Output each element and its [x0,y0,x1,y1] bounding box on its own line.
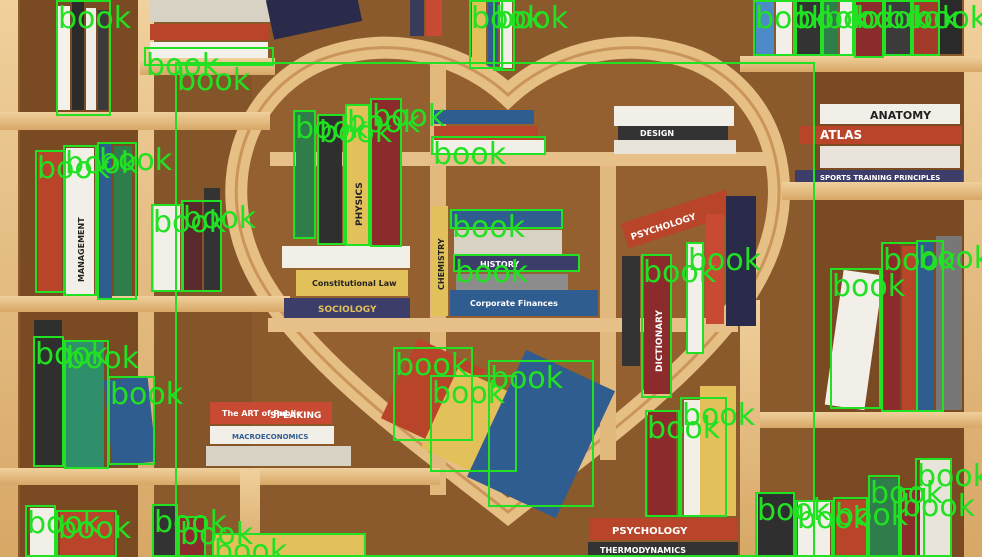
detection-label: book [183,201,257,236]
detection-label: book [110,377,184,412]
book-title-anatomy: ANATOMY [870,109,932,122]
detection-label: book [58,511,132,546]
detection-label: book [682,398,756,433]
detection-label: book [914,1,982,36]
detection-label: book [214,534,288,557]
book-title-sports: SPORTS TRAINING PRINCIPLES [820,174,940,182]
detection-label: book [99,143,173,178]
detection-label: book [495,1,569,36]
detection-label: book [455,255,529,290]
detection-label: book [452,210,526,245]
detection-label: book [177,63,251,98]
detection-label: book [372,99,446,134]
detection-label: book [66,341,140,376]
detection-label: book [490,361,564,396]
book-title-atlas: ATLAS [820,128,862,142]
detection-label: book [688,243,762,278]
detection-label: book [918,241,982,276]
detection-label: book [58,1,132,36]
detection-label: book [433,137,507,172]
bookshelf-photo: ANATOMY ATLAS SPORTS TRAINING PRINCIPLES… [0,0,982,557]
detection-label: book [917,459,982,494]
